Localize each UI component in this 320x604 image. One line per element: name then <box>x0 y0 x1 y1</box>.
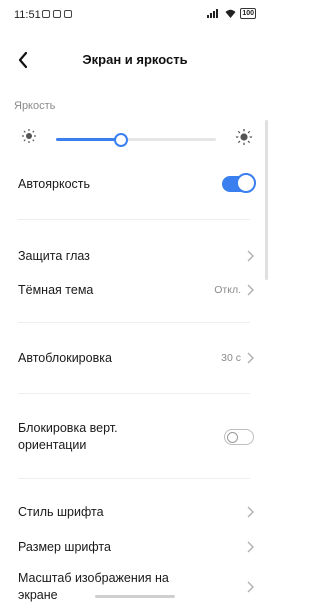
status-icons: 100 <box>207 8 256 19</box>
eye-protection-label: Защита глаз <box>18 248 90 263</box>
chevron-right-icon <box>247 506 254 518</box>
divider <box>18 322 250 323</box>
font-style-label: Стиль шрифта <box>18 504 104 519</box>
chevron-right-icon <box>247 284 254 296</box>
eye-protection-row[interactable]: Защита глаз <box>18 246 254 266</box>
divider <box>18 219 250 220</box>
font-style-row[interactable]: Стиль шрифта <box>18 502 254 522</box>
auto-brightness-row[interactable]: Автояркость <box>18 173 256 194</box>
header: Экран и яркость <box>0 42 270 78</box>
chevron-right-icon <box>247 581 254 593</box>
rotation-lock-label: Блокировка верт. ориентации <box>18 420 118 454</box>
brightness-slider[interactable] <box>18 126 254 152</box>
display-scale-label: Масштаб изображения на экране <box>18 570 169 604</box>
display-scale-label-line1: Масштаб изображения на <box>18 571 169 585</box>
chevron-right-icon <box>247 352 254 364</box>
font-size-row[interactable]: Размер шрифта <box>18 537 254 557</box>
auto-lock-row[interactable]: Автоблокировка 30 с <box>18 348 254 368</box>
battery-icon: 100 <box>240 8 256 19</box>
rotation-lock-row[interactable]: Блокировка верт. ориентации <box>18 420 254 454</box>
signal-icon <box>207 9 219 18</box>
toggle-knob <box>227 432 238 443</box>
toggle-knob <box>236 173 256 193</box>
brightness-fill <box>56 138 120 141</box>
auto-brightness-label: Автояркость <box>18 176 91 191</box>
brightness-track[interactable] <box>56 133 216 147</box>
divider <box>18 478 250 479</box>
rotation-lock-label-line1: Блокировка верт. <box>18 421 118 435</box>
display-scale-row[interactable]: Масштаб изображения на экране <box>18 570 254 604</box>
auto-brightness-toggle[interactable] <box>222 173 256 193</box>
notification-icon <box>53 10 61 18</box>
divider <box>18 393 250 394</box>
rotation-lock-label-line2: ориентации <box>18 438 87 452</box>
status-bar: 11:51 100 <box>0 0 270 30</box>
notification-icon <box>64 10 72 18</box>
status-time: 11:51 <box>14 9 41 21</box>
sun-large-icon <box>236 129 252 145</box>
sun-small-icon <box>22 129 36 143</box>
chevron-right-icon <box>247 250 254 262</box>
notification-icon <box>42 10 50 18</box>
dark-theme-value: Откл. <box>214 284 241 296</box>
home-indicator[interactable] <box>95 595 175 598</box>
chevron-right-icon <box>247 541 254 553</box>
auto-lock-label: Автоблокировка <box>18 350 112 365</box>
brightness-thumb[interactable] <box>114 133 128 147</box>
auto-lock-value: 30 с <box>221 352 241 364</box>
font-size-label: Размер шрифта <box>18 539 111 554</box>
page-title: Экран и яркость <box>82 52 188 67</box>
wifi-icon <box>225 9 236 18</box>
scrollbar[interactable] <box>265 120 268 280</box>
brightness-section-label: Яркость <box>14 100 56 112</box>
dark-theme-label: Тёмная тема <box>18 282 94 297</box>
dark-theme-row[interactable]: Тёмная тема Откл. <box>18 280 254 300</box>
rotation-lock-toggle[interactable] <box>224 429 254 445</box>
